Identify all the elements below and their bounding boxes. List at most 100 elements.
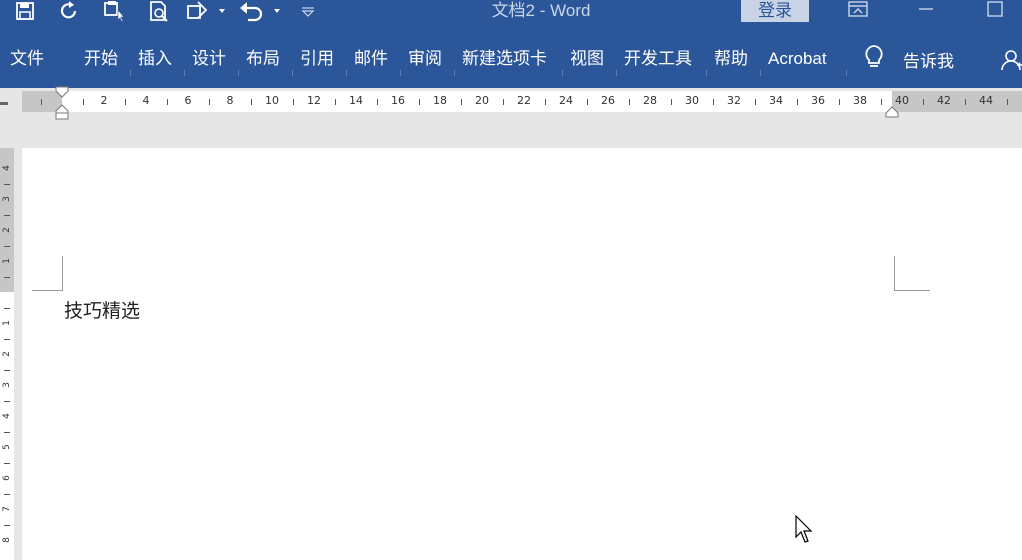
tab-separator <box>400 70 401 76</box>
vertical-ruler-label: 1 <box>2 258 12 264</box>
vertical-ruler-label: 7 <box>2 506 12 512</box>
tab-view[interactable]: 视图 <box>570 46 604 72</box>
crop-mark-top-right <box>894 256 930 291</box>
ruler-label: 26 <box>601 94 615 107</box>
horizontal-ruler-ticks: 2 4 6 8 10 12 14 16 18 20 22 24 26 28 30 32 34 36 38 40 42 44 <box>22 91 1022 112</box>
ruler-mark <box>671 99 672 105</box>
tab-selector[interactable] <box>0 102 8 105</box>
minimize-button[interactable] <box>906 0 946 22</box>
tab-separator <box>846 70 847 76</box>
tell-me-label: 告诉我 <box>903 51 954 72</box>
tab-separator <box>706 70 707 76</box>
tab-layout[interactable]: 布局 <box>246 46 280 72</box>
vertical-ruler-label: 4 <box>2 165 12 171</box>
mouse-pointer-icon <box>795 514 815 549</box>
ruler-label: 32 <box>727 94 741 107</box>
tab-review[interactable]: 审阅 <box>408 46 442 72</box>
tab-insert[interactable]: 插入 <box>138 46 172 72</box>
crop-mark-top-left <box>32 256 63 291</box>
ruler-mark <box>923 99 924 105</box>
maximize-button[interactable] <box>975 0 1015 22</box>
tab-separator <box>562 70 563 76</box>
vertical-ruler-mark <box>4 493 10 495</box>
vertical-ruler-mark <box>4 338 10 340</box>
ruler-label: 12 <box>307 94 321 107</box>
tab-separator <box>130 70 131 76</box>
ruler-mark <box>377 99 378 105</box>
vertical-ruler-mark <box>4 462 10 464</box>
login-button[interactable]: 登录 <box>741 0 809 22</box>
vertical-ruler-label: 5 <box>2 444 12 450</box>
maximize-icon <box>986 0 1004 22</box>
vertical-ruler-mark <box>4 524 10 526</box>
document-page[interactable]: 技巧精选 <box>22 148 1022 560</box>
tab-separator <box>346 70 347 76</box>
vertical-ruler-label: 4 <box>2 413 12 419</box>
tab-separator <box>616 70 617 76</box>
vertical-ruler-mark <box>4 245 10 247</box>
tab-separator <box>238 70 239 76</box>
ruler-mark <box>965 99 966 105</box>
ruler-label: 44 <box>979 94 993 107</box>
ruler-label: 42 <box>937 94 951 107</box>
tab-file[interactable]: 文件 <box>10 46 44 72</box>
ruler-label: 16 <box>391 94 405 107</box>
vertical-ruler-mark <box>4 369 10 371</box>
ruler-mark <box>755 99 756 105</box>
tab-mailings[interactable]: 邮件 <box>354 46 388 72</box>
ribbon-tab-bar: 文件 开始 插入 设计 布局 引用 邮件 审阅 新建选项卡 视图 开发工具 帮助… <box>0 24 1022 88</box>
ruler-mark <box>251 99 252 105</box>
vertical-ruler-label: 2 <box>2 351 12 357</box>
ribbon-display-options-icon <box>847 0 869 22</box>
ruler-label: 28 <box>643 94 657 107</box>
ruler-mark <box>167 99 168 105</box>
vertical-ruler-label: 3 <box>2 196 12 202</box>
ruler-mark <box>41 99 42 105</box>
share-person-icon <box>1000 50 1022 76</box>
ruler-label: 24 <box>559 94 573 107</box>
vertical-ruler-mark <box>4 307 10 309</box>
title-bar: 文档2 - Word 登录 <box>0 0 1022 24</box>
first-line-indent-marker[interactable] <box>55 86 69 124</box>
tab-home[interactable]: 开始 <box>84 46 118 72</box>
ruler-mark <box>503 99 504 105</box>
document-body-text[interactable]: 技巧精选 <box>64 296 140 323</box>
ruler-label: 38 <box>853 94 867 107</box>
tab-acrobat[interactable]: Acrobat <box>768 46 827 72</box>
tab-new-tab[interactable]: 新建选项卡 <box>462 46 547 72</box>
vertical-ruler-label: 2 <box>2 227 12 233</box>
vertical-ruler-label: 8 <box>2 537 12 543</box>
ruler-mark <box>461 99 462 105</box>
ruler-label: 18 <box>433 94 447 107</box>
vertical-ruler-mark <box>4 214 10 216</box>
ruler-label: 34 <box>769 94 783 107</box>
ruler-label: 14 <box>349 94 363 107</box>
vertical-ruler-mark <box>4 183 10 185</box>
right-indent-marker[interactable] <box>885 103 899 122</box>
tab-separator <box>292 70 293 76</box>
vertical-ruler-mark <box>4 276 10 278</box>
minimize-icon <box>917 0 935 22</box>
ruler-mark <box>1007 99 1008 105</box>
tab-design[interactable]: 设计 <box>192 46 226 72</box>
tell-me-box[interactable]: 告诉我 <box>862 45 954 72</box>
ruler-label: 20 <box>475 94 489 107</box>
ruler-label: 30 <box>685 94 699 107</box>
ruler-label: 4 <box>142 94 150 107</box>
ruler-mark <box>587 99 588 105</box>
tab-separator <box>454 70 455 76</box>
ruler-label: 22 <box>517 94 531 107</box>
ruler-mark <box>419 99 420 105</box>
ruler-mark <box>293 99 294 105</box>
ruler-mark <box>335 99 336 105</box>
ribbon-display-options-button[interactable] <box>838 0 878 22</box>
vertical-ruler-ticks: 4 3 2 1 1 2 3 4 5 6 7 8 <box>0 148 14 560</box>
vertical-ruler-mark <box>4 431 10 433</box>
tab-developer[interactable]: 开发工具 <box>624 46 692 72</box>
vertical-ruler-mark <box>4 400 10 402</box>
tab-help[interactable]: 帮助 <box>714 46 748 72</box>
ruler-label: 6 <box>184 94 192 107</box>
share-button[interactable] <box>1000 48 1022 76</box>
tab-references[interactable]: 引用 <box>300 46 334 72</box>
vertical-ruler-label: 6 <box>2 475 12 481</box>
